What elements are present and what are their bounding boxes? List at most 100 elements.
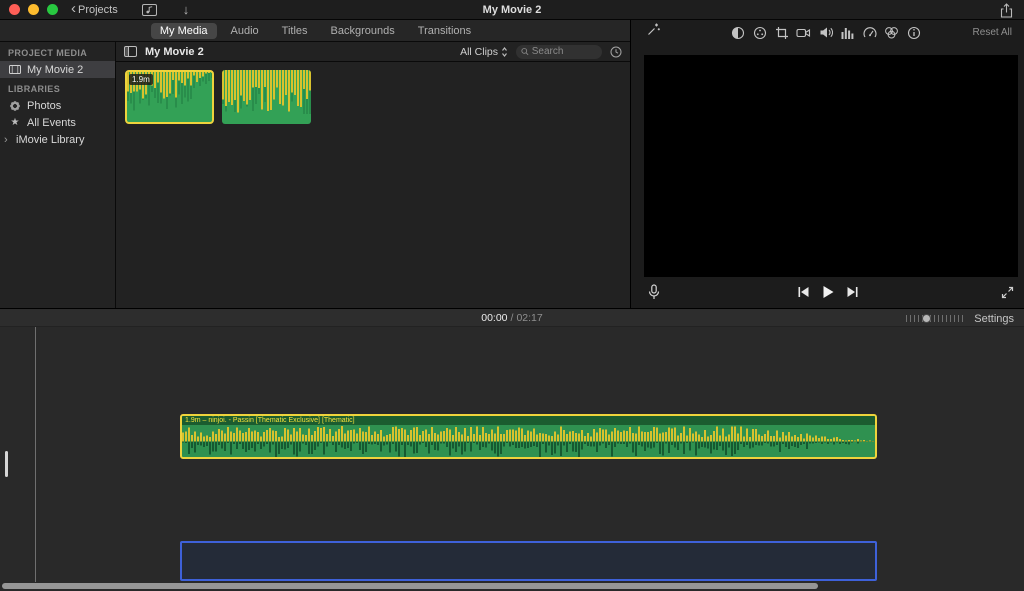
skip-back-button[interactable] (796, 285, 810, 303)
clip-waveform (222, 70, 311, 124)
clips-filter-dropdown[interactable]: All Clips (460, 46, 508, 58)
timeline-horizontal-scrollbar[interactable] (2, 583, 818, 589)
close-window-button[interactable] (9, 4, 20, 15)
disclosure-chevron-icon: › (4, 133, 8, 146)
volume-button[interactable] (818, 25, 833, 40)
sidebar: PROJECT MEDIA My Movie 2 LIBRARIES Photo… (0, 42, 116, 308)
tab-my-media[interactable]: My Media (150, 22, 217, 39)
imovie-window: ‹ Projects ↓ My Movie 2 My Media Audio T… (0, 0, 1024, 591)
microphone-icon (648, 283, 660, 299)
filmstrip-icon (9, 65, 21, 74)
skip-forward-button[interactable] (845, 285, 859, 303)
back-chevron-icon: ‹ (71, 0, 76, 17)
color-correction-icon (753, 26, 766, 39)
video-preview (644, 55, 1018, 277)
timeline-settings-button[interactable]: Settings (974, 313, 1014, 325)
playback-controls (631, 280, 1024, 308)
projects-back-label: Projects (78, 3, 118, 16)
timeline-header: 00:00/02:17 Settings (0, 308, 1024, 327)
stabilization-button[interactable] (796, 25, 811, 40)
photos-icon (10, 100, 20, 111)
clips-filter-label: All Clips (460, 45, 498, 58)
sidebar-item-label: All Events (27, 116, 76, 129)
clip-grid: 1.9m (125, 70, 311, 124)
color-balance-icon (731, 26, 744, 39)
speed-gauge-icon (862, 27, 877, 38)
import-media-button[interactable] (141, 3, 157, 16)
viewer-toolbar: Reset All (631, 20, 1024, 44)
popup-chevrons-icon (502, 46, 507, 57)
total-duration: 02:17 (516, 311, 543, 324)
magic-wand-icon (648, 23, 660, 35)
crop-button[interactable] (774, 25, 789, 40)
clip-info-button[interactable] (906, 25, 921, 40)
video-camera-icon (796, 28, 811, 37)
current-time: 00:00 (481, 311, 508, 324)
media-browser-header: My Movie 2 All Clips (116, 42, 630, 62)
timeline-background-placeholder[interactable] (180, 541, 877, 581)
media-tabs-bar: My Media Audio Titles Backgrounds Transi… (0, 20, 631, 42)
libraries-header: LIBRARIES (8, 84, 61, 94)
filters-circles-icon (885, 27, 898, 39)
viewer-panel: Reset All (630, 20, 1024, 308)
play-button[interactable] (821, 285, 834, 304)
zoom-window-button[interactable] (47, 4, 58, 15)
color-correction-button[interactable] (752, 25, 767, 40)
search-input[interactable] (531, 46, 597, 57)
sidebar-toggle-icon[interactable] (124, 46, 137, 57)
sidebar-item-imovie-library[interactable]: › iMovie Library (0, 131, 115, 148)
sidebar-item-all-events[interactable]: ★ All Events (0, 114, 115, 131)
media-clip-thumbnail[interactable]: 1.9m (125, 70, 214, 124)
reset-all-button[interactable]: Reset All (973, 27, 1012, 38)
color-balance-button[interactable] (730, 25, 745, 40)
enhance-button[interactable] (646, 22, 661, 42)
recents-clock-icon[interactable] (610, 46, 622, 58)
tab-backgrounds[interactable]: Backgrounds (322, 23, 404, 39)
audio-clip-waveform (182, 425, 875, 457)
sidebar-item-label: iMovie Library (16, 133, 85, 146)
media-browser: My Movie 2 All Clips 1.9m (116, 42, 630, 308)
timeline-zoom-slider[interactable] (906, 313, 965, 324)
tab-transitions[interactable]: Transitions (409, 23, 480, 39)
media-browser-title: My Movie 2 (145, 45, 204, 58)
projects-back-button[interactable]: ‹ Projects (71, 0, 118, 17)
skip-back-icon (798, 287, 808, 297)
clip-filters-button[interactable] (884, 25, 899, 40)
tab-titles[interactable]: Titles (273, 23, 317, 39)
search-icon (521, 48, 529, 56)
minimize-window-button[interactable] (28, 4, 39, 15)
timeline-audio-clip[interactable]: 1.9m – ninjoi. - Passin [Thematic Exclus… (180, 414, 877, 459)
audio-clip-label: 1.9m – ninjoi. - Passin [Thematic Exclus… (182, 416, 875, 425)
import-media-icon (141, 3, 157, 16)
equalizer-bars-icon (841, 28, 854, 39)
skip-forward-icon (847, 287, 857, 297)
media-clip-thumbnail[interactable] (222, 70, 311, 124)
sidebar-item-my-movie-2[interactable]: My Movie 2 (0, 61, 115, 78)
fullscreen-icon (1001, 286, 1014, 299)
tab-audio[interactable]: Audio (222, 23, 268, 39)
download-button[interactable]: ↓ (182, 1, 190, 17)
voiceover-button[interactable] (647, 283, 661, 305)
download-arrow-icon: ↓ (182, 1, 190, 17)
sidebar-item-label: Photos (27, 99, 62, 112)
play-icon (823, 285, 833, 298)
events-star-icon: ★ (10, 117, 20, 128)
share-button[interactable] (1000, 3, 1013, 23)
project-media-header: PROJECT MEDIA (8, 48, 88, 58)
timeline[interactable]: 1.9m – ninjoi. - Passin [Thematic Exclus… (0, 327, 1024, 591)
share-icon (1000, 3, 1013, 18)
clip-duration-badge: 1.9m (129, 74, 153, 85)
fullscreen-button[interactable] (1001, 286, 1014, 304)
noise-equalizer-button[interactable] (840, 25, 855, 40)
timeline-vertical-scrollbar[interactable] (5, 451, 8, 477)
timecode-display: 00:00/02:17 (481, 311, 543, 324)
speaker-icon (820, 27, 833, 38)
titlebar: ‹ Projects ↓ My Movie 2 (0, 0, 1024, 20)
search-field[interactable] (516, 44, 602, 59)
zoom-slider-track (906, 315, 965, 322)
crop-icon (775, 26, 788, 39)
speed-button[interactable] (862, 25, 877, 40)
info-icon (907, 26, 920, 39)
sidebar-item-photos[interactable]: Photos (0, 97, 115, 114)
playhead[interactable] (35, 327, 36, 582)
